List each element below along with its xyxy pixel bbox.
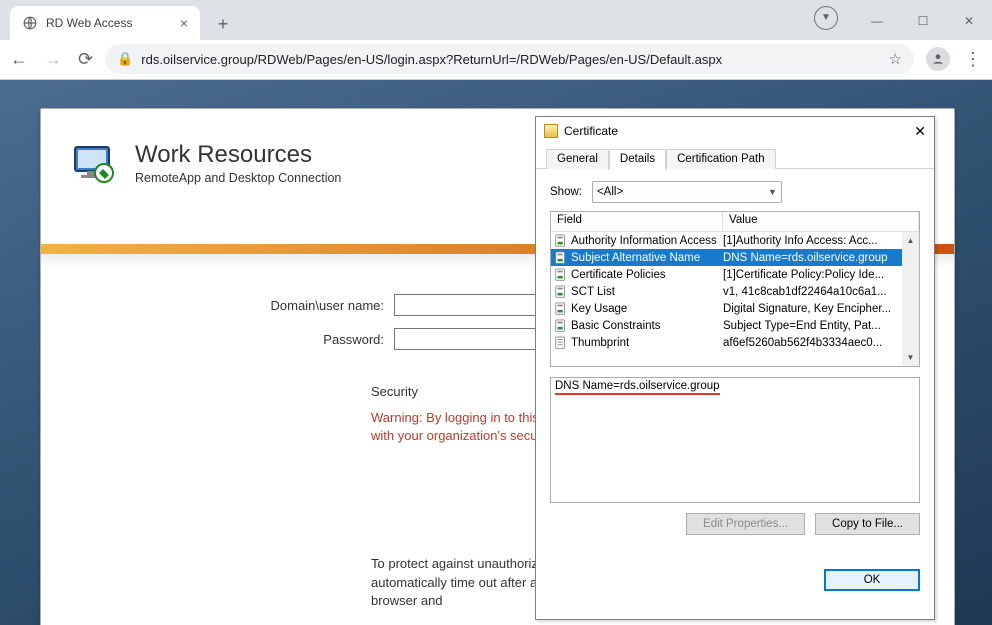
- value-detail-box[interactable]: DNS Name=rds.oilservice.group: [550, 377, 920, 503]
- scroll-down-icon[interactable]: ▼: [902, 349, 919, 366]
- row-field: Authority Information Access: [571, 235, 723, 247]
- page-subtitle: RemoteApp and Desktop Connection: [135, 171, 341, 185]
- certificate-icon: [544, 124, 558, 138]
- row-value: [1]Certificate Policy:Policy Ide...: [723, 269, 919, 281]
- page-title: Work Resources: [135, 141, 341, 169]
- close-tab-icon[interactable]: ×: [180, 15, 188, 31]
- extension-icon: [553, 267, 569, 283]
- back-button[interactable]: ←: [10, 49, 28, 70]
- password-label: Password:: [323, 332, 384, 347]
- globe-icon: [22, 15, 38, 31]
- dialog-title: Certificate: [564, 124, 618, 138]
- list-row[interactable]: Thumbprintaf6ef5260ab562f4b3334aec0...: [551, 334, 919, 351]
- forward-button[interactable]: →: [44, 49, 62, 70]
- close-dialog-button[interactable]: ✕: [914, 123, 926, 140]
- edit-properties-button: Edit Properties...: [686, 513, 805, 535]
- browser-chrome: RD Web Access × + ▼ — ☐ ✕ ← → ⟳ 🔒 rds.oi…: [0, 0, 992, 80]
- extension-icon: [553, 250, 569, 266]
- chevron-down-icon: ▼: [768, 187, 777, 197]
- profile-avatar-icon[interactable]: [926, 47, 950, 71]
- domain-user-label: Domain\user name:: [271, 298, 384, 313]
- browser-toolbar: ← → ⟳ 🔒 rds.oilservice.group/RDWeb/Pages…: [0, 40, 992, 80]
- bookmark-star-icon[interactable]: ☆: [889, 50, 902, 68]
- row-field: Basic Constraints: [571, 320, 723, 332]
- extension-icon: [553, 284, 569, 300]
- address-bar[interactable]: 🔒 rds.oilservice.group/RDWeb/Pages/en-US…: [105, 44, 914, 74]
- account-dropdown-icon[interactable]: ▼: [814, 6, 838, 30]
- certificate-dialog: Certificate ✕ General Details Certificat…: [535, 116, 935, 620]
- remoteapp-logo-icon: [71, 141, 119, 189]
- row-field: Certificate Policies: [571, 269, 723, 281]
- extension-icon: [553, 301, 569, 317]
- list-row[interactable]: Certificate Policies[1]Certificate Polic…: [551, 266, 919, 283]
- list-row[interactable]: Subject Alternative NameDNS Name=rds.oil…: [551, 249, 919, 266]
- extension-icon: [553, 233, 569, 249]
- list-row[interactable]: SCT Listv1, 41c8cab1df22464a10c6a1...: [551, 283, 919, 300]
- row-field: SCT List: [571, 286, 723, 298]
- minimize-button[interactable]: —: [854, 6, 900, 36]
- list-row[interactable]: Basic ConstraintsSubject Type=End Entity…: [551, 317, 919, 334]
- tab-title: RD Web Access: [46, 16, 132, 30]
- tab-details[interactable]: Details: [609, 149, 666, 170]
- url-text: rds.oilservice.group/RDWeb/Pages/en-US/l…: [141, 52, 880, 67]
- lock-icon: 🔒: [117, 51, 133, 67]
- tab-certification-path[interactable]: Certification Path: [666, 149, 776, 169]
- scroll-up-icon[interactable]: ▲: [902, 232, 919, 249]
- document-icon: [553, 335, 569, 351]
- url-path: /RDWeb/Pages/en-US/login.aspx?ReturnUrl=…: [254, 52, 722, 67]
- show-label: Show:: [550, 186, 582, 198]
- close-window-button[interactable]: ✕: [946, 6, 992, 36]
- row-value: [1]Authority Info Access: Acc...: [723, 235, 919, 247]
- kebab-menu-icon[interactable]: ⋮: [964, 49, 982, 70]
- tab-strip: RD Web Access × + ▼ — ☐ ✕: [0, 0, 992, 40]
- row-field: Key Usage: [571, 303, 723, 315]
- dialog-title-bar[interactable]: Certificate ✕: [536, 117, 934, 145]
- copy-to-file-button[interactable]: Copy to File...: [815, 513, 920, 535]
- selected-field-value: DNS Name=rds.oilservice.group: [555, 380, 720, 395]
- scrollbar[interactable]: ▲ ▼: [902, 232, 919, 366]
- tab-general[interactable]: General: [546, 149, 609, 169]
- row-field: Subject Alternative Name: [571, 252, 723, 264]
- list-row[interactable]: Authority Information Access[1]Authority…: [551, 232, 919, 249]
- new-tab-button[interactable]: +: [208, 10, 238, 40]
- extension-icon: [553, 318, 569, 334]
- reload-button[interactable]: ⟳: [78, 49, 93, 70]
- row-value: Subject Type=End Entity, Pat...: [723, 320, 919, 332]
- url-domain: rds.oilservice.group: [141, 52, 254, 67]
- browser-tab[interactable]: RD Web Access ×: [10, 6, 200, 40]
- ok-button[interactable]: OK: [824, 569, 920, 591]
- row-field: Thumbprint: [571, 337, 723, 349]
- fields-list: Field Value Authority Information Access…: [550, 211, 920, 367]
- list-row[interactable]: Key UsageDigital Signature, Key Encipher…: [551, 300, 919, 317]
- dialog-tabs: General Details Certification Path: [536, 145, 934, 169]
- row-value: Digital Signature, Key Encipher...: [723, 303, 919, 315]
- show-dropdown[interactable]: <All> ▼: [592, 181, 782, 203]
- window-controls: ▼ — ☐ ✕: [814, 6, 992, 40]
- row-value: v1, 41c8cab1df22464a10c6a1...: [723, 286, 919, 298]
- column-field-header[interactable]: Field: [551, 212, 723, 231]
- row-value: DNS Name=rds.oilservice.group: [723, 252, 919, 264]
- show-selected-value: <All>: [597, 186, 623, 198]
- column-value-header[interactable]: Value: [723, 212, 919, 231]
- maximize-button[interactable]: ☐: [900, 6, 946, 36]
- row-value: af6ef5260ab562f4b3334aec0...: [723, 337, 919, 349]
